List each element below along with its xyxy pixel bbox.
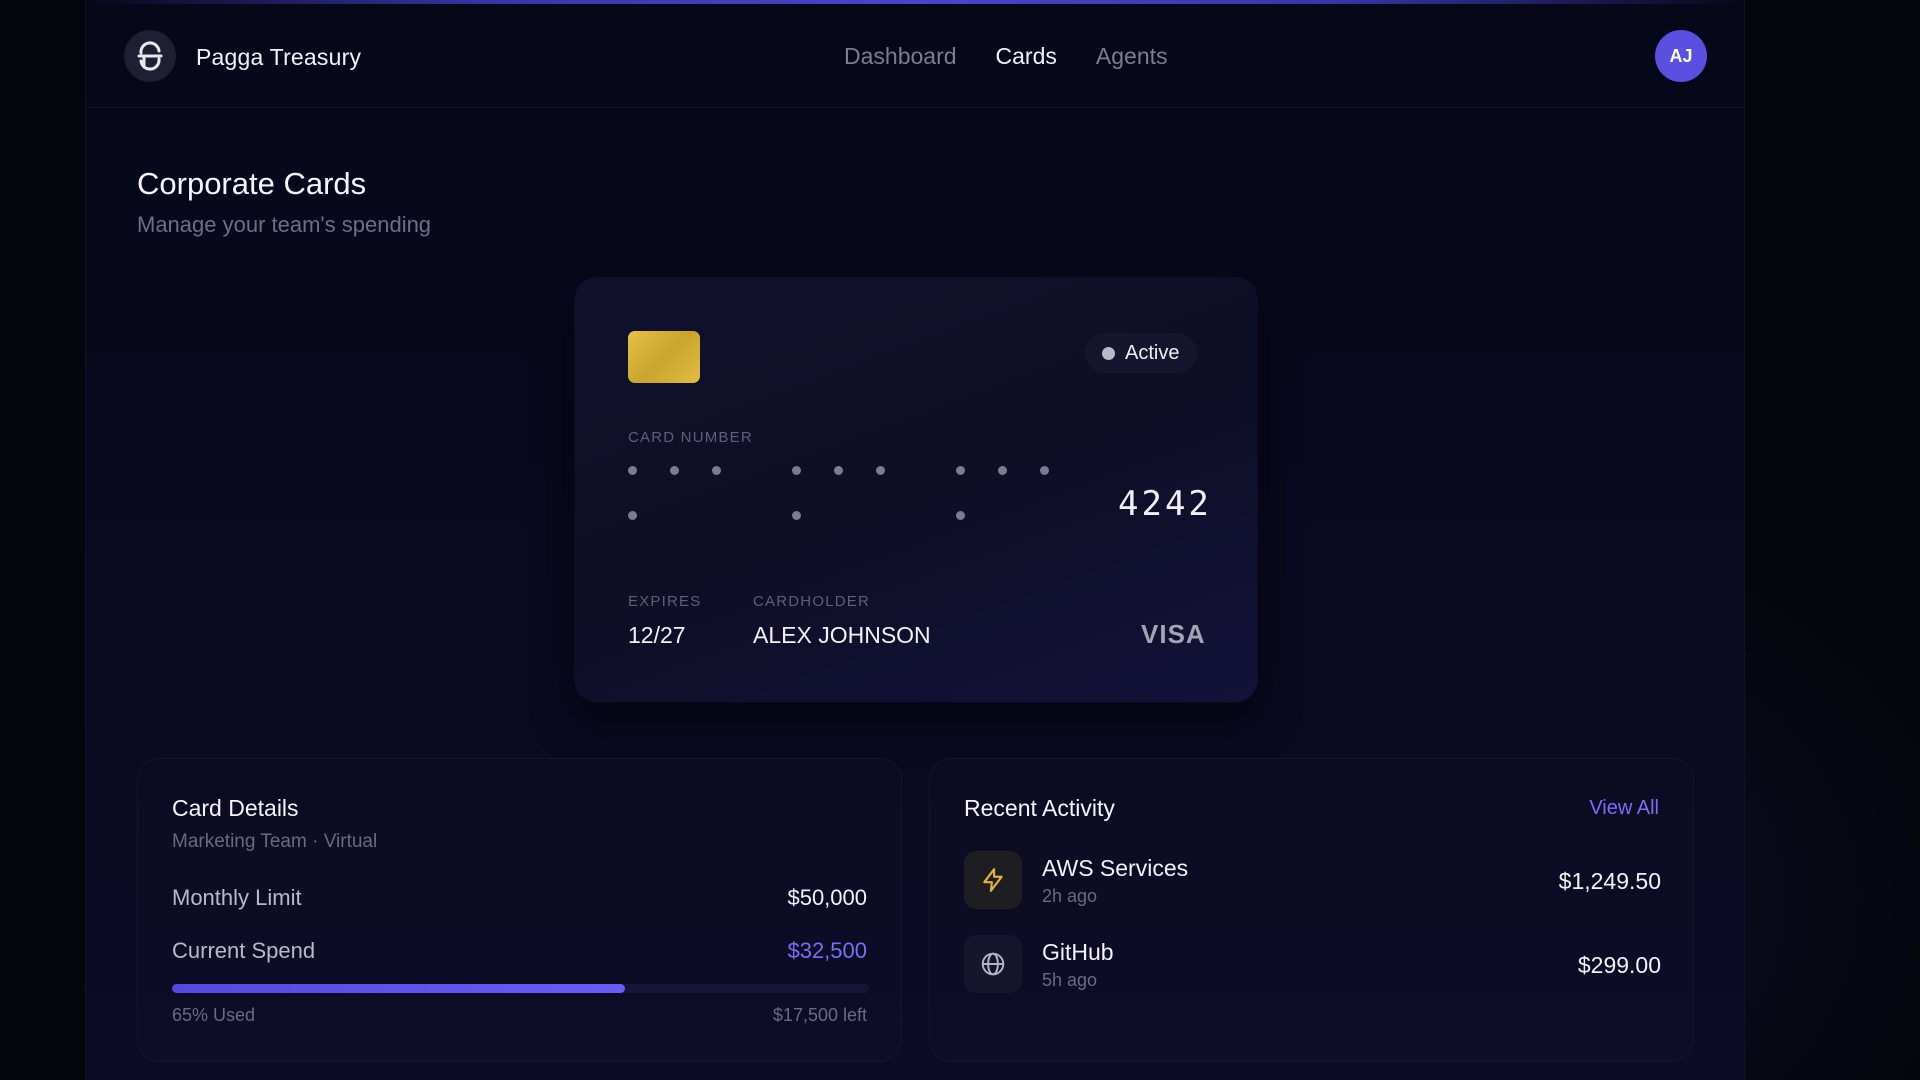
mask-dot [956,511,965,520]
monthly-limit-label: Monthly Limit [172,885,302,910]
activity-item[interactable]: GitHub 5h ago $299.00 [964,935,1661,995]
cardholder-value: ALEX JOHNSON [753,622,931,648]
card-details-subtitle: Marketing Team · Virtual [172,831,378,852]
mask-dot [712,466,721,475]
card-chip [628,331,700,383]
cardholder-label: CARDHOLDER [753,593,871,610]
header: Pagga Treasury Dashboard Cards Agents AJ [85,4,1745,108]
brand-logo[interactable] [124,30,176,82]
expires-value: 12/27 [628,622,686,648]
remaining-text: $17,500 left [772,1005,867,1025]
mask-dot [1040,466,1049,475]
nav-cards[interactable]: Cards [996,43,1057,70]
mask-dot [876,466,885,475]
bolt-icon [983,868,1003,892]
nav-agents[interactable]: Agents [1096,43,1168,70]
recent-activity-panel: Recent Activity View All AWS Services 2h… [929,758,1694,1062]
mask-dot [792,511,801,520]
activity-icon-box [964,935,1022,993]
logo-icon [137,41,163,71]
status-dot-icon [1102,346,1115,360]
mask-dot [998,466,1007,475]
used-percent-text: 65% Used [172,1005,256,1025]
card-network-logo: VISA [1141,619,1206,649]
brand-name[interactable]: Pagga Treasury [196,44,361,71]
card-number-label: CARD NUMBER [628,429,753,446]
user-avatar[interactable]: AJ [1655,30,1707,82]
card-details-title: Card Details [172,795,299,821]
current-spend-label: Current Spend [172,938,316,963]
expires-label: EXPIRES [628,593,702,610]
nav-dashboard[interactable]: Dashboard [844,43,957,70]
activity-name: AWS Services [1042,855,1189,881]
page-title: Corporate Cards [137,166,367,201]
card-details-panel: Card Details Marketing Team · Virtual Mo… [137,758,902,1062]
spend-progress-bar [172,984,869,993]
mask-dot [628,466,637,475]
globe-icon [981,952,1005,976]
activity-name: GitHub [1042,939,1114,965]
mask-dot [670,466,679,475]
activity-amount: $1,249.50 [1558,868,1661,894]
main-nav: Dashboard Cards Agents [844,43,1168,70]
card-last4: 4242 [1118,484,1212,524]
status-badge: Active [1085,333,1198,373]
status-text: Active [1125,341,1180,364]
activity-amount: $299.00 [1577,952,1661,978]
credit-card[interactable]: Active CARD NUMBER 4242 EXPIRES CARDHOLD… [575,278,1257,702]
masked-card-number [628,466,1058,536]
view-all-link[interactable]: View All [1589,797,1659,820]
mask-dot [956,466,965,475]
recent-activity-title: Recent Activity [964,795,1115,821]
monthly-limit-value: $50,000 [787,885,867,910]
spend-progress-fill [172,984,626,993]
activity-time: 2h ago [1042,886,1098,906]
page-subtitle: Manage your team's spending [137,212,432,237]
activity-icon-box [964,851,1022,909]
current-spend-value: $32,500 [787,938,867,963]
mask-dot [792,466,801,475]
mask-dot [628,511,637,520]
activity-time: 5h ago [1042,970,1098,990]
activity-item[interactable]: AWS Services 2h ago $1,249.50 [964,851,1661,911]
mask-dot [834,466,843,475]
